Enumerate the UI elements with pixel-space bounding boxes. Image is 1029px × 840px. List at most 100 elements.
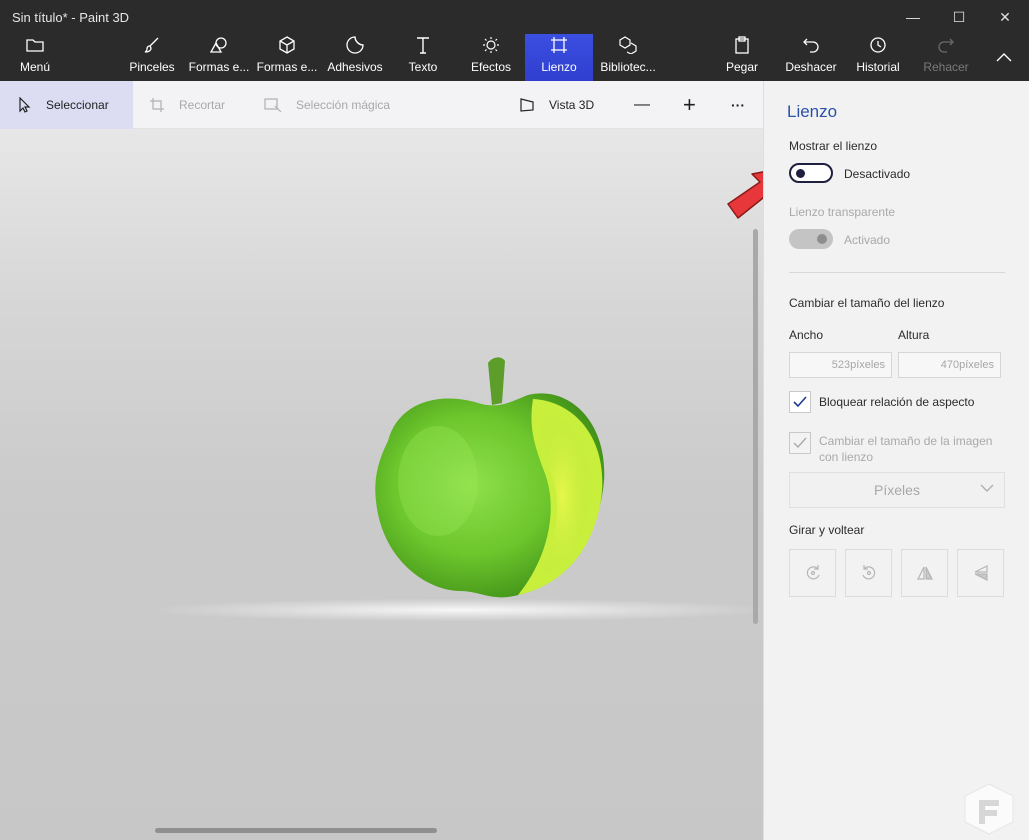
zoom-in-icon: + — [683, 92, 696, 117]
minimize-button[interactable]: — — [889, 0, 937, 34]
units-dropdown[interactable]: Píxeles — [789, 472, 1005, 508]
panel-title: Lienzo — [787, 102, 838, 121]
menu-button[interactable]: Menú — [12, 34, 58, 81]
horizontal-scrollbar[interactable] — [155, 828, 437, 833]
effects-icon — [482, 34, 500, 56]
mostrar-lienzo-state: Desactivado — [844, 167, 911, 181]
rotate-heading: Girar y voltear — [789, 523, 865, 537]
altura-input[interactable]: 470píxeles — [898, 352, 1001, 378]
brush-icon — [143, 34, 161, 56]
flip-horizontal-icon — [916, 566, 933, 580]
seleccion-magica-button[interactable]: Selección mágica — [264, 81, 404, 129]
magic-select-icon — [264, 98, 282, 113]
toggle-knob — [817, 234, 827, 244]
rotate-left-button[interactable] — [789, 549, 836, 597]
resize-heading: Cambiar el tamaño del lienzo — [789, 296, 945, 310]
panel-divider — [789, 272, 1005, 273]
flip-horizontal-button[interactable] — [901, 549, 948, 597]
ancho-input[interactable]: 523píxeles — [789, 352, 892, 378]
tab-pinceles-label: Pinceles — [129, 60, 175, 74]
rotate-right-icon — [861, 565, 875, 580]
lienzo-transparente-label: Lienzo transparente — [789, 205, 896, 219]
tab-adhesivos[interactable]: Adhesivos — [325, 34, 385, 81]
tool-options-bar: Seleccionar Recortar Selección mágica Vi… — [0, 81, 763, 129]
lienzo-transparente-toggle[interactable] — [789, 229, 833, 249]
canvas-icon — [550, 34, 568, 56]
deshacer-button[interactable]: Deshacer — [784, 34, 838, 81]
folder-icon — [26, 34, 44, 56]
deshacer-label: Deshacer — [785, 60, 837, 74]
tab-lienzo[interactable]: Lienzo — [525, 34, 593, 81]
lienzo-panel: Lienzo Mostrar el lienzo Desactivado Lie… — [763, 81, 1029, 840]
toggle-knob — [796, 169, 805, 178]
close-button[interactable]: ✕ — [981, 0, 1029, 34]
floor-reflection — [160, 599, 760, 621]
close-icon: ✕ — [999, 8, 1011, 25]
recortar-button[interactable]: Recortar — [149, 81, 249, 129]
flip-vertical-button[interactable] — [957, 549, 1004, 597]
checkmark-icon — [793, 396, 807, 408]
undo-icon — [802, 34, 820, 56]
title-bar: Sin título* - Paint 3D — ☐ ✕ Menú Pincel… — [0, 0, 1029, 81]
lock-aspect-checkbox[interactable] — [789, 391, 811, 413]
tab-lienzo-label: Lienzo — [541, 60, 577, 74]
altura-label: Altura — [898, 328, 930, 342]
pegar-label: Pegar — [725, 60, 759, 74]
library-icon — [619, 34, 637, 56]
tab-formas-3d[interactable]: Formas e... — [254, 34, 320, 81]
logo-watermark — [964, 783, 1014, 835]
zoom-out-icon: — — [634, 96, 650, 113]
mostrar-lienzo-toggle[interactable] — [789, 163, 833, 183]
tab-biblioteca[interactable]: Bibliotec... — [598, 34, 658, 81]
resize-image-label: Cambiar el tamaño de la imagen con lienz… — [819, 434, 993, 464]
historial-label: Historial — [856, 60, 900, 74]
resize-image-checkbox[interactable] — [789, 432, 811, 454]
minimize-icon: — — [906, 9, 920, 25]
seleccionar-label: Seleccionar — [46, 98, 109, 112]
checkmark-icon — [793, 437, 807, 449]
pegar-button[interactable]: Pegar — [720, 34, 764, 81]
text-icon — [415, 34, 431, 56]
vertical-scrollbar[interactable] — [753, 229, 758, 624]
rotate-left-icon — [806, 565, 820, 580]
tab-biblioteca-label: Bibliotec... — [600, 60, 656, 74]
rotate-right-button[interactable] — [845, 549, 892, 597]
mostrar-lienzo-label: Mostrar el lienzo — [789, 139, 878, 153]
window-title: Sin título* - Paint 3D — [12, 10, 130, 25]
tab-texto-label: Texto — [408, 60, 438, 74]
maximize-button[interactable]: ☐ — [935, 0, 983, 34]
menu-label: Menú — [19, 60, 51, 74]
chevron-down-icon — [980, 484, 994, 492]
shapes-2d-icon — [209, 34, 229, 56]
tab-formas-2d[interactable]: Formas e... — [186, 34, 252, 81]
rehacer-button[interactable]: Rehacer — [920, 34, 972, 81]
lienzo-transparente-state: Activado — [844, 233, 891, 247]
recortar-label: Recortar — [179, 98, 226, 112]
units-dropdown-value: Píxeles — [874, 482, 920, 498]
history-icon — [869, 34, 887, 56]
tab-texto[interactable]: Texto — [400, 34, 446, 81]
canvas-area[interactable] — [0, 129, 763, 840]
collapse-ribbon-button[interactable] — [988, 34, 1020, 81]
tab-adhesivos-label: Adhesivos — [327, 60, 383, 74]
tab-efectos[interactable]: Efectos — [466, 34, 516, 81]
tab-pinceles[interactable]: Pinceles — [124, 34, 180, 81]
ancho-label: Ancho — [789, 328, 824, 342]
historial-button[interactable]: Historial — [852, 34, 904, 81]
green-apple-object[interactable] — [368, 351, 613, 599]
vista-3d-label: Vista 3D — [549, 98, 595, 112]
paste-icon — [734, 34, 750, 56]
more-options-button[interactable]: ··· — [731, 81, 753, 129]
zoom-out-button[interactable]: — — [634, 81, 654, 129]
crop-icon — [150, 98, 164, 112]
zoom-in-button[interactable]: + — [683, 81, 703, 129]
tab-formas-2d-label: Formas e... — [188, 60, 250, 74]
maximize-icon: ☐ — [952, 8, 966, 25]
tab-formas-3d-label: Formas e... — [256, 60, 318, 74]
vista-3d-button[interactable]: Vista 3D — [519, 81, 609, 129]
seleccionar-button[interactable]: Seleccionar — [0, 81, 133, 129]
more-icon: ··· — [731, 97, 745, 113]
lock-aspect-label: Bloquear relación de aspecto — [819, 395, 975, 409]
cube-icon — [278, 34, 296, 56]
seleccion-magica-label: Selección mágica — [296, 98, 391, 112]
